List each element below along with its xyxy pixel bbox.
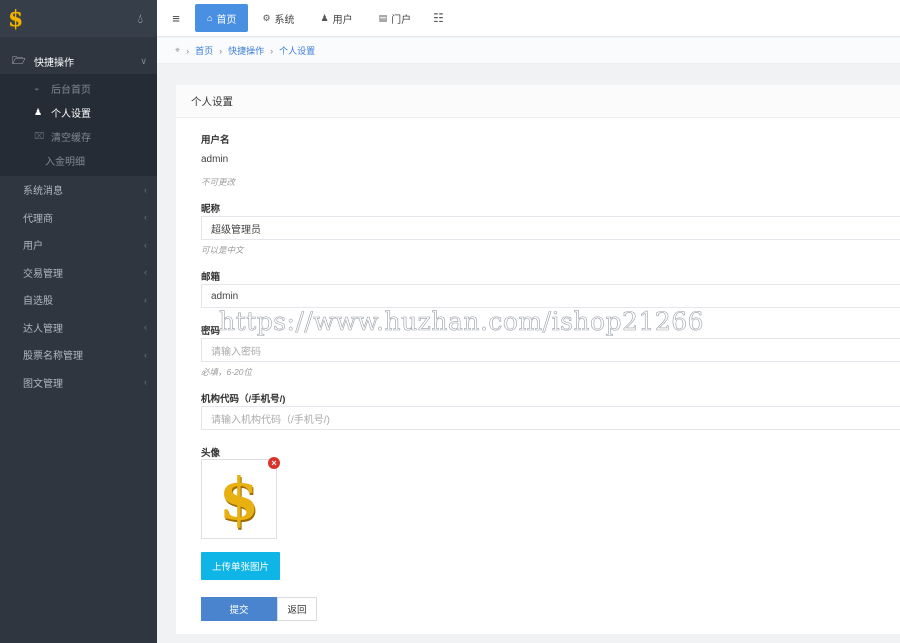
avatar-image: $ (218, 465, 260, 533)
sidebar-item-stock-names[interactable]: 股票名称管理 ‹ (0, 341, 157, 369)
sidebar-item-experts[interactable]: 达人管理 ‹ (0, 314, 157, 342)
chevron-left-icon: ‹ (144, 322, 147, 333)
sidebar-item-articles[interactable]: 图文管理 ‹ (0, 369, 157, 397)
sidebar-item-trading[interactable]: 交易管理 ‹ (0, 259, 157, 287)
password-label: 密码 (201, 326, 221, 337)
sidebar-item-label: 达人管理 (23, 323, 63, 335)
avatar-label: 头像 (201, 448, 221, 459)
chevron-down-icon: ∨ (140, 56, 147, 66)
sidebar-subitem-dashboard[interactable]: ◒ 后台首页 (0, 76, 157, 100)
sidebar-item-label: 自选股 (23, 296, 53, 308)
sidebar-header: $ 💧︎ (0, 0, 157, 37)
chevron-left-icon: ‹ (144, 212, 147, 223)
username-value: admin (201, 154, 229, 165)
settings-panel: 个人设置 用户名 admin 不可更改 昵称 超级管理员 可以是中文 邮箱 ad… (176, 85, 900, 634)
sidebar-subitem-label: 入金明细 (45, 156, 85, 168)
sidebar-item-quick-actions[interactable]: 🗁︎ 快捷操作 ∨ (0, 49, 157, 74)
password-help: 必填，6-20位 (201, 367, 253, 377)
breadcrumb-home[interactable]: 首页 (195, 44, 213, 57)
user-icon: ♟︎ (320, 12, 329, 23)
sidebar-item-watchlist[interactable]: 自选股 ‹ (0, 286, 157, 314)
breadcrumb-separator: › (186, 45, 190, 56)
location-pin-icon: ⌖ (175, 45, 181, 55)
user-icon: ♟︎ (34, 106, 43, 117)
sidebar-item-label: 用户 (23, 241, 43, 253)
username-label: 用户名 (201, 135, 230, 146)
chevron-left-icon: ‹ (144, 239, 147, 250)
sidebar-item-label: 股票名称管理 (23, 351, 83, 363)
breadcrumb-separator: › (270, 45, 274, 56)
upload-image-button[interactable]: 上传单张图片 (201, 552, 280, 580)
breadcrumb: ⌖ › 首页 › 快捷操作 › 个人设置 (157, 38, 900, 64)
sidebar-group-quick: 🗁︎ 快捷操作 ∨ ◒ 后台首页 ♟︎ 个人设置 ⌧ 清空缓存 入金明细 (0, 49, 157, 176)
sidebar-item-system-messages[interactable]: 系统消息 ‹ (0, 176, 157, 204)
avatar[interactable]: $ (201, 459, 277, 539)
breadcrumb-current[interactable]: 个人设置 (279, 44, 315, 57)
nickname-label: 昵称 (201, 204, 221, 215)
theme-drop-icon[interactable]: 💧︎ (138, 11, 143, 27)
sidebar-subitem-label: 清空缓存 (51, 132, 91, 144)
top-nav: ≡ ⌂ 首页 ⚙︎ 系统 ♟︎ 用户 ▤ 门户 ☷ (157, 0, 900, 37)
sidebar-item-label: 系统消息 (23, 186, 63, 198)
sidebar: $ 💧︎ 🗁︎ 快捷操作 ∨ ◒ 后台首页 ♟︎ 个人设置 ⌧ 清空缓存 入金明… (0, 0, 157, 643)
nickname-field[interactable]: 超级管理员 (201, 216, 900, 240)
tab-portal[interactable]: ▤ 门户 (367, 4, 424, 32)
logo[interactable]: $ (8, 6, 23, 32)
home-icon: ⌂ (207, 13, 213, 23)
sidebar-subitem-label: 后台首页 (51, 84, 91, 96)
sidebar-submenu: ◒ 后台首页 ♟︎ 个人设置 ⌧ 清空缓存 入金明细 (0, 74, 157, 176)
remove-image-icon[interactable]: × (268, 457, 280, 469)
portal-icon: ▤ (378, 12, 388, 23)
dashboard-icon: ◒ (34, 83, 40, 93)
sidebar-menu: 系统消息 ‹ 代理商 ‹ 用户 ‹ 交易管理 ‹ 自选股 ‹ 达人管理 ‹ 股票名称管理 ‹ … (0, 176, 157, 396)
gear-icon: ⚙︎ (262, 12, 271, 23)
sidebar-item-label: 代理商 (23, 213, 53, 225)
nickname-help: 可以是中文 (201, 245, 244, 255)
sidebar-item-label: 图文管理 (23, 378, 63, 390)
org-code-label: 机构代码（/手机号/) (201, 394, 286, 405)
chevron-left-icon: ‹ (144, 184, 147, 195)
chevron-left-icon: ‹ (144, 377, 147, 388)
tab-label: 门户 (391, 14, 412, 26)
chevron-left-icon: ‹ (144, 349, 147, 360)
sidebar-item-label: 快捷操作 (34, 58, 74, 69)
menu-toggle-icon[interactable]: ≡ (157, 11, 195, 26)
tab-label: 系统 (274, 14, 295, 26)
sidebar-item-users[interactable]: 用户 ‹ (0, 231, 157, 259)
tab-system[interactable]: ⚙︎ 系统 (250, 4, 306, 32)
sidebar-subitem-label: 个人设置 (51, 108, 91, 120)
password-field[interactable]: 请输入密码 (201, 338, 900, 362)
chevron-left-icon: ‹ (144, 267, 147, 278)
submit-button[interactable]: 提交 (201, 597, 277, 621)
panel-title: 个人设置 (176, 85, 900, 118)
sidebar-item-label: 交易管理 (23, 268, 63, 280)
email-label: 邮箱 (201, 272, 221, 283)
back-button[interactable]: 返回 (277, 597, 317, 621)
sidebar-subitem-deposits[interactable]: 入金明细 (0, 148, 157, 172)
tab-home[interactable]: ⌂ 首页 (195, 4, 249, 32)
org-code-field[interactable]: 请输入机构代码（/手机号/) (201, 406, 900, 430)
tab-users[interactable]: ♟︎ 用户 (309, 4, 365, 32)
sidebar-subitem-clear-cache[interactable]: ⌧ 清空缓存 (0, 124, 157, 148)
username-help: 不可更改 (201, 177, 236, 187)
watermark: https://www.huzhan.com/ishop21266 (219, 307, 705, 337)
tab-label: 用户 (332, 14, 353, 26)
sidebar-subitem-profile[interactable]: ♟︎ 个人设置 (0, 100, 157, 124)
folder-open-icon: 🗁︎ (12, 55, 26, 67)
breadcrumb-separator: › (219, 45, 223, 56)
trash-icon: ⌧ (34, 130, 45, 141)
email-field[interactable]: admin (201, 284, 900, 308)
sidebar-item-agents[interactable]: 代理商 ‹ (0, 204, 157, 232)
tab-label: 首页 (216, 14, 237, 26)
grid-icon[interactable]: ☷ (425, 11, 452, 25)
chevron-left-icon: ‹ (144, 294, 147, 305)
breadcrumb-section[interactable]: 快捷操作 (228, 44, 264, 57)
